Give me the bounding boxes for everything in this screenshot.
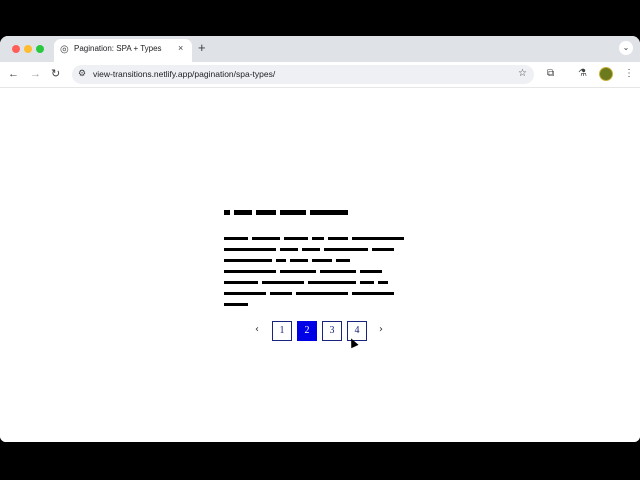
avatar[interactable]: [599, 67, 613, 81]
placeholder-line: [224, 259, 354, 262]
placeholder-line: [224, 292, 398, 295]
new-tab-button[interactable]: +: [198, 41, 206, 55]
page-button-3[interactable]: 3: [322, 321, 342, 341]
address-bar[interactable]: ⚙ view-transitions.netlify.app/paginatio…: [72, 65, 534, 84]
placeholder-line: [224, 270, 386, 273]
arrow-left-icon[interactable]: ←: [8, 67, 19, 81]
maximize-window-button[interactable]: [36, 45, 44, 53]
page-button-1[interactable]: 1: [272, 321, 292, 341]
close-icon[interactable]: ×: [178, 43, 183, 53]
minimize-window-button[interactable]: [24, 45, 32, 53]
more-vert-icon[interactable]: ⋮: [624, 67, 634, 81]
tune-icon[interactable]: ⚙: [78, 68, 86, 79]
page-content: ‹ 1 2 3 4 ›: [0, 88, 640, 442]
reload-icon[interactable]: ↻: [51, 67, 60, 81]
page-button-2[interactable]: 2: [297, 321, 317, 341]
url-text[interactable]: view-transitions.netlify.app/pagination/…: [93, 69, 275, 79]
flask-icon[interactable]: ⚗: [578, 67, 587, 81]
placeholder-title: [224, 210, 352, 215]
browser-toolbar: ← → ↻ ⚙ view-transitions.netlify.app/pag…: [0, 62, 640, 88]
next-page-button[interactable]: ›: [379, 324, 383, 335]
close-window-button[interactable]: [12, 45, 20, 53]
tab-title: Pagination: SPA + Types: [74, 44, 162, 53]
chevron-down-icon[interactable]: ⌄: [619, 41, 633, 55]
previous-page-button[interactable]: ‹: [255, 324, 259, 335]
active-tab[interactable]: ◎ Pagination: SPA + Types ×: [54, 39, 192, 62]
globe-icon: ◎: [60, 44, 69, 55]
star-icon[interactable]: ☆: [518, 68, 527, 79]
tab-strip: ◎ Pagination: SPA + Types × + ⌄: [0, 36, 640, 62]
puzzle-icon[interactable]: ⧉: [547, 67, 554, 81]
placeholder-line: [224, 303, 252, 306]
arrow-right-icon[interactable]: →: [30, 67, 41, 81]
placeholder-line: [224, 237, 408, 240]
placeholder-line: [224, 248, 398, 251]
browser-window: ◎ Pagination: SPA + Types × + ⌄ ← → ↻ ⚙ …: [0, 36, 640, 442]
placeholder-line: [224, 281, 392, 284]
